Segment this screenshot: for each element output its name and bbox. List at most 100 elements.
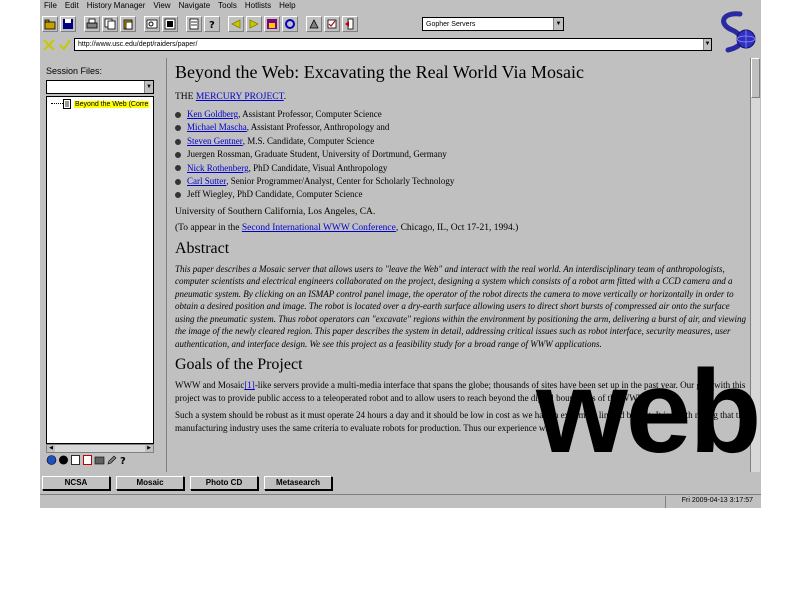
appear-line: (To appear in the Second International W… bbox=[175, 222, 519, 233]
menu-hotlists[interactable]: Hotlists bbox=[241, 0, 275, 12]
author-name[interactable]: Ken Goldberg bbox=[187, 108, 238, 121]
menu-tools[interactable]: Tools bbox=[214, 0, 241, 12]
find-icon[interactable] bbox=[144, 16, 160, 32]
author-name[interactable]: Michael Mascha bbox=[187, 121, 247, 134]
forward-arrow-icon[interactable] bbox=[246, 16, 262, 32]
menu-help[interactable]: Help bbox=[275, 0, 299, 12]
web-watermark: web bbox=[536, 346, 761, 478]
reload-icon[interactable] bbox=[282, 16, 298, 32]
mercury-project-link[interactable]: MERCURY PROJECT bbox=[196, 92, 284, 102]
author-role: , PhD Candidate, Computer Science bbox=[232, 189, 363, 200]
document-icon[interactable] bbox=[186, 16, 202, 32]
author-list: Ken Goldberg, Assistant Professor, Compu… bbox=[175, 108, 747, 202]
author-item: Michael Mascha, Assistant Professor, Ant… bbox=[175, 121, 747, 134]
ncsa-logo-icon bbox=[710, 10, 760, 54]
author-item: Steven Gentner, M.S. Candidate, Computer… bbox=[175, 135, 747, 148]
mosaic-button[interactable]: Mosaic bbox=[116, 476, 184, 490]
abstract-heading: Abstract bbox=[175, 239, 230, 257]
chevron-down-icon[interactable]: ▼ bbox=[553, 18, 563, 30]
bullet-icon bbox=[175, 178, 181, 185]
globe-icon[interactable] bbox=[46, 454, 57, 466]
scroll-left-icon[interactable]: ◀ bbox=[47, 445, 55, 452]
author-role: , Assistant Professor, Anthropology and bbox=[246, 122, 390, 133]
author-item: Ken Goldberg, Assistant Professor, Compu… bbox=[175, 108, 747, 121]
session-horizontal-scrollbar[interactable]: ◀ ▶ bbox=[46, 444, 154, 453]
page-icon[interactable] bbox=[70, 454, 81, 466]
metasearch-button[interactable]: Metasearch bbox=[264, 476, 332, 490]
svg-text:?: ? bbox=[120, 456, 126, 466]
author-name[interactable]: Steven Gentner bbox=[187, 135, 243, 148]
red-page-icon[interactable] bbox=[82, 454, 93, 466]
menu-file[interactable]: File bbox=[40, 0, 61, 12]
menu-view[interactable]: View bbox=[149, 0, 174, 12]
author-role: , Assistant Professor, Computer Science bbox=[238, 109, 382, 119]
author-role: , Graduate Student, University of Dortmu… bbox=[250, 149, 447, 160]
author-name: Jeff Wiegley bbox=[187, 189, 233, 200]
print-icon[interactable] bbox=[84, 16, 100, 32]
session-files-panel: Session Files: ▼ Beyond the Web (Corre ◀… bbox=[42, 62, 158, 472]
menu-bar: File Edit History Manager View Navigate … bbox=[40, 0, 740, 12]
author-item: Nick Rothenberg, PhD Candidate, Visual A… bbox=[175, 162, 747, 175]
hotlist-icon[interactable] bbox=[324, 16, 340, 32]
bottom-button-bar: NCSA Mosaic Photo CD Metasearch bbox=[42, 476, 338, 490]
checkmark-icon[interactable] bbox=[58, 38, 72, 52]
tree-connector bbox=[51, 103, 63, 104]
author-name: Juergen Rossman bbox=[187, 149, 251, 160]
author-item: Juergen Rossman, Graduate Student, Unive… bbox=[175, 148, 747, 161]
chevron-down-icon[interactable]: ▼ bbox=[703, 39, 711, 50]
open-folder-icon[interactable] bbox=[42, 16, 58, 32]
status-bar: Fri 2009-04-13 3:17:57 bbox=[40, 494, 761, 508]
www-conference-link[interactable]: Second International WWW Conference bbox=[242, 223, 396, 233]
bookmark-icon[interactable] bbox=[306, 16, 322, 32]
session-files-list[interactable]: Beyond the Web (Corre bbox=[46, 96, 154, 444]
bullet-icon bbox=[175, 151, 181, 158]
home-icon[interactable] bbox=[264, 16, 280, 32]
session-file-item[interactable]: Beyond the Web (Corre bbox=[63, 99, 150, 109]
bullet-icon bbox=[175, 192, 181, 199]
bullet-icon bbox=[175, 165, 181, 172]
project-line: THE MERCURY PROJECT. bbox=[175, 92, 287, 102]
gopher-select-value: Gopher Servers bbox=[426, 20, 476, 28]
author-name[interactable]: Nick Rothenberg bbox=[187, 162, 249, 175]
status-divider bbox=[665, 496, 666, 508]
exit-icon[interactable] bbox=[342, 16, 358, 32]
folder-icon[interactable] bbox=[94, 454, 105, 466]
scrollbar-thumb[interactable] bbox=[751, 58, 760, 98]
copy-icon[interactable] bbox=[102, 16, 118, 32]
bullet-icon bbox=[175, 125, 181, 132]
chevron-down-icon[interactable]: ▼ bbox=[144, 81, 153, 93]
session-file-label: Beyond the Web (Corre bbox=[74, 100, 150, 108]
session-files-label: Session Files: bbox=[46, 66, 103, 76]
session-files-combo[interactable]: ▼ bbox=[46, 80, 154, 94]
image-icon[interactable] bbox=[162, 16, 178, 32]
author-role: , PhD Candidate, Visual Anthropology bbox=[248, 162, 388, 173]
info-icon[interactable]: ? bbox=[204, 16, 220, 32]
edit-icon[interactable] bbox=[106, 454, 117, 466]
university-line: University of Southern California, Los A… bbox=[175, 206, 376, 217]
menu-navigate[interactable]: Navigate bbox=[175, 0, 215, 12]
gopher-servers-select[interactable]: Gopher Servers ▼ bbox=[422, 17, 564, 31]
scroll-right-icon[interactable]: ▶ bbox=[145, 445, 153, 452]
author-role: , Senior Programmer/Analyst, Center for … bbox=[226, 176, 455, 187]
menu-edit[interactable]: Edit bbox=[61, 0, 83, 12]
save-icon[interactable] bbox=[60, 16, 76, 32]
back-arrow-icon[interactable] bbox=[228, 16, 244, 32]
ball-icon[interactable] bbox=[58, 454, 69, 466]
url-input[interactable]: http://www.usc.edu/dept/raiders/paper/ ▼ bbox=[74, 38, 712, 51]
photo-cd-button[interactable]: Photo CD bbox=[190, 476, 258, 490]
help-icon[interactable]: ? bbox=[118, 454, 129, 466]
toolbar: ? bbox=[42, 14, 732, 34]
paste-icon[interactable] bbox=[120, 16, 136, 32]
menu-history-manager[interactable]: History Manager bbox=[83, 0, 150, 12]
page-title: Beyond the Web: Excavating the Real Worl… bbox=[175, 62, 584, 82]
url-bar: http://www.usc.edu/dept/raiders/paper/ ▼ bbox=[42, 38, 717, 52]
bullet-icon bbox=[175, 138, 181, 145]
reference-1-link[interactable]: [1] bbox=[244, 380, 255, 390]
bullet-icon bbox=[175, 111, 181, 118]
ncsa-button[interactable]: NCSA bbox=[42, 476, 110, 490]
author-item: Jeff Wiegley, PhD Candidate, Computer Sc… bbox=[175, 188, 747, 201]
mosaic-window: File Edit History Manager View Navigate … bbox=[40, 0, 761, 508]
close-x-icon[interactable] bbox=[42, 38, 56, 52]
author-item: Carl Sutter, Senior Programmer/Analyst, … bbox=[175, 175, 747, 188]
author-name[interactable]: Carl Sutter bbox=[187, 175, 226, 188]
